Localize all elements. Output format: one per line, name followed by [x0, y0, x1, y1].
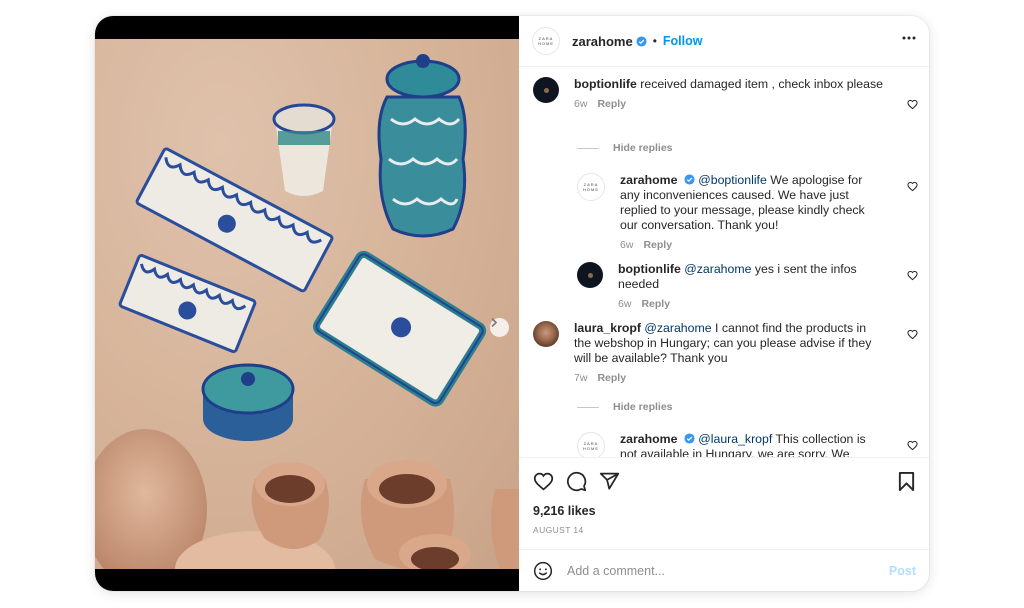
reply-meta: 6w Reply: [618, 298, 887, 310]
comment-username[interactable]: boptionlife: [574, 77, 637, 91]
action-icons: [533, 471, 620, 492]
like-comment-heart-icon[interactable]: [907, 99, 918, 110]
reply-button[interactable]: Reply: [641, 298, 670, 310]
post-photo: [95, 39, 519, 569]
reply-mention[interactable]: @boptionlife: [698, 173, 767, 187]
add-comment-bar: Post: [519, 549, 929, 591]
comment-time: 6w: [574, 98, 588, 110]
reply-button[interactable]: Reply: [643, 239, 672, 251]
send-icon[interactable]: [599, 471, 620, 492]
verified-badge-icon: [684, 433, 695, 444]
likes-count[interactable]: 9,216 likes: [533, 504, 596, 518]
comments-list[interactable]: boptionlife received damaged item , chec…: [519, 67, 929, 457]
post-header: ZARA HOME zarahome • Follow: [519, 16, 929, 67]
author-avatar[interactable]: ZARA HOME: [532, 27, 560, 55]
round-box: [201, 363, 295, 441]
reply-avatar[interactable]: ZARA HOME: [577, 432, 605, 457]
comment: laura_kropf @zarahome I cannot find the …: [533, 321, 883, 384]
reply-username[interactable]: zarahome: [620, 173, 677, 187]
instagram-post-card: ZARA HOME zarahome • Follow boptionlife: [95, 16, 929, 591]
comment-time: 7w: [574, 372, 588, 384]
reply-avatar[interactable]: ZARA HOME: [577, 173, 605, 201]
verified-badge-icon: [684, 174, 695, 185]
reply-comment: ZARA HOME zarahome @laura_kropf This col…: [577, 432, 877, 457]
reply-mention[interactable]: @laura_kropf: [698, 432, 772, 446]
comment-meta: 7w Reply: [574, 372, 883, 384]
comment-meta: 6w Reply: [574, 98, 883, 110]
verified-badge-icon: [636, 35, 647, 47]
header-separator: •: [652, 34, 657, 48]
reply-button[interactable]: Reply: [597, 98, 626, 110]
post-date: AUGUST 14: [533, 525, 584, 535]
follow-button[interactable]: Follow: [663, 34, 703, 48]
commenter-avatar[interactable]: [533, 77, 559, 103]
reply-button[interactable]: Reply: [597, 372, 626, 384]
emoji-icon[interactable]: [533, 561, 553, 581]
post-comment-button[interactable]: Post: [889, 564, 916, 578]
terracotta-pitcher-1: [251, 462, 329, 549]
reply-mention[interactable]: @zarahome: [684, 262, 751, 276]
reply-time: 6w: [618, 298, 632, 310]
chevron-right-icon: [491, 318, 498, 327]
comment-input[interactable]: [565, 563, 869, 579]
hide-replies-button[interactable]: Hide replies: [577, 142, 673, 154]
post-details-panel: ZARA HOME zarahome • Follow boptionlife: [519, 16, 929, 591]
comment-mention[interactable]: @zarahome: [644, 321, 711, 335]
comment-username[interactable]: laura_kropf: [574, 321, 641, 335]
comment-text: received damaged item , check inbox plea…: [640, 77, 883, 91]
post-media: [95, 16, 519, 591]
reply-comment: ZARA HOME zarahome @boptionlife We apolo…: [577, 173, 877, 251]
like-comment-heart-icon[interactable]: [907, 440, 918, 451]
heart-icon[interactable]: [533, 471, 554, 492]
commenter-avatar[interactable]: [533, 321, 559, 347]
reply-comment: boptionlife @zarahome yes i sent the inf…: [577, 262, 887, 310]
post-actions: 9,216 likes AUGUST 14: [519, 457, 929, 550]
save-button[interactable]: [897, 471, 916, 497]
tall-jar: [377, 54, 467, 238]
hide-replies-button[interactable]: Hide replies: [577, 401, 673, 413]
reply-meta: 6w Reply: [620, 239, 877, 251]
comment: boptionlife received damaged item , chec…: [533, 77, 893, 110]
next-slide-button[interactable]: [490, 318, 509, 337]
reply-username[interactable]: zarahome: [620, 432, 677, 446]
ceramics-illustration: [95, 39, 519, 569]
more-horizontal-icon[interactable]: [901, 30, 917, 46]
like-comment-heart-icon[interactable]: [907, 270, 918, 281]
like-comment-heart-icon[interactable]: [907, 329, 918, 340]
like-comment-heart-icon[interactable]: [907, 181, 918, 192]
comment-icon[interactable]: [566, 471, 587, 492]
reply-time: 6w: [620, 239, 634, 251]
bookmark-icon[interactable]: [897, 471, 916, 492]
author-username[interactable]: zarahome: [572, 34, 633, 49]
reply-username[interactable]: boptionlife: [618, 262, 681, 276]
reply-avatar[interactable]: [577, 262, 603, 288]
